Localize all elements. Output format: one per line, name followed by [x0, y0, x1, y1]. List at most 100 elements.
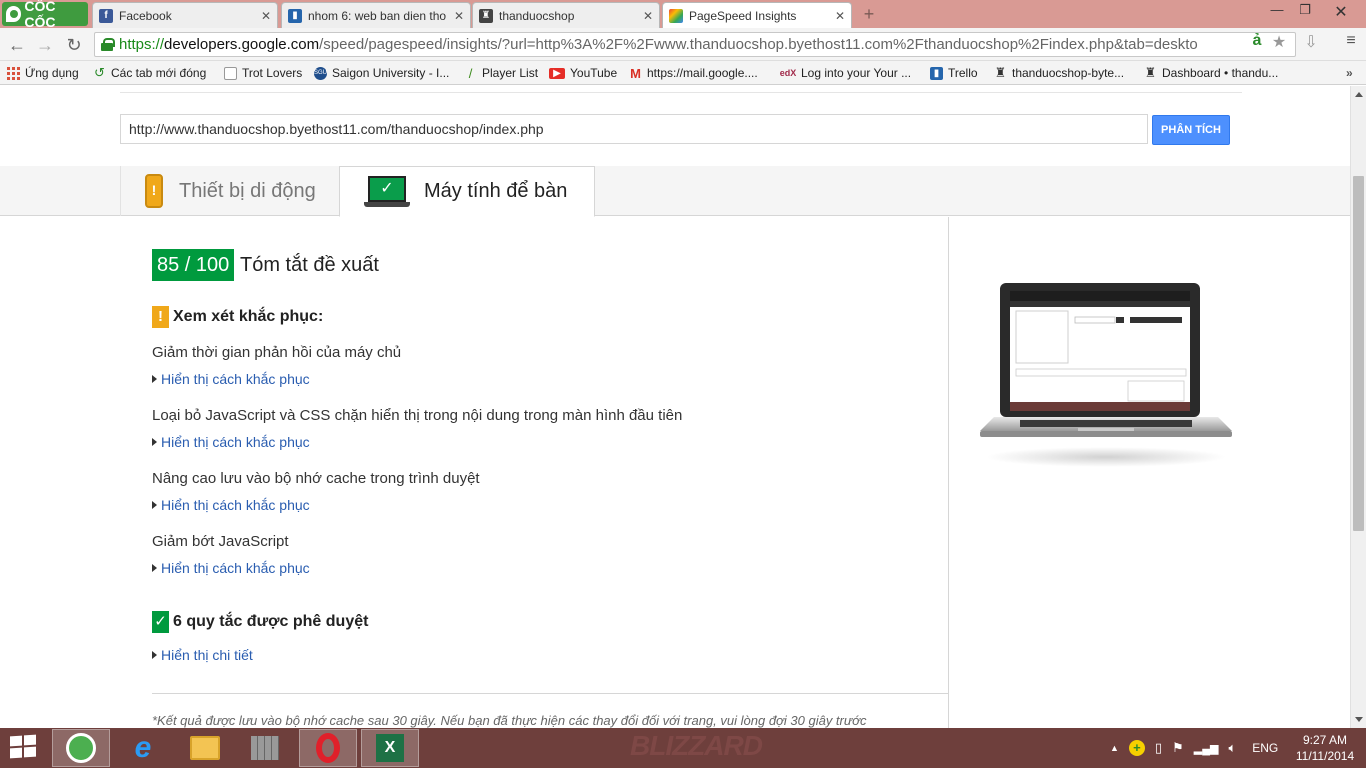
- feather-icon: /: [468, 65, 473, 81]
- rule-title: Nâng cao lưu vào bộ nhớ cache trong trìn…: [152, 470, 480, 487]
- scroll-up-arrow-icon[interactable]: [1355, 92, 1363, 97]
- bookmark-recent-tabs[interactable]: ↺ Các tab mới đóng: [93, 64, 206, 82]
- bookmark-dashboard[interactable]: ♜ Dashboard • thandu...: [1144, 64, 1279, 82]
- taskbar-app-grid[interactable]: [236, 729, 294, 767]
- tab-pagespeed[interactable]: PageSpeed Insights ✕: [662, 2, 852, 29]
- taskbar-internet-explorer[interactable]: e: [114, 729, 172, 767]
- show-how-to-fix-link[interactable]: Hiển thị cách khắc phục: [152, 497, 310, 513]
- gmail-icon: M: [630, 65, 641, 81]
- bookmark-gmail[interactable]: M https://mail.google....: [629, 64, 758, 82]
- taskbar-coccoc[interactable]: [52, 729, 110, 767]
- taskbar-file-explorer[interactable]: [176, 729, 234, 767]
- taskbar-excel[interactable]: X: [361, 729, 419, 767]
- show-how-to-fix-link[interactable]: Hiển thị cách khắc phục: [152, 434, 310, 450]
- tab-desktop[interactable]: ✓ Máy tính để bàn: [339, 166, 595, 217]
- coccoc-icon: [66, 733, 96, 763]
- windows-taskbar: BLIZZARD e X ▲ + ▯ ⚑ ▂▄▆ 🔈︎ ENG 9:27 AM …: [0, 728, 1366, 768]
- analyze-button[interactable]: PHÂN TÍCH: [1152, 115, 1230, 145]
- link-text: Hiển thị cách khắc phục: [161, 371, 310, 387]
- reload-button[interactable]: ↻: [63, 34, 85, 56]
- trello-icon: ▮: [288, 8, 302, 23]
- bookmark-saigon-university[interactable]: SGU Saigon University - I...: [314, 64, 449, 82]
- device-tray-icon[interactable]: ▯: [1155, 740, 1162, 756]
- cache-footnote: *Kết quả được lưu vào bộ nhớ cache sau 3…: [152, 713, 867, 728]
- report-panel: 85 / 100 Tóm tắt đề xuất ! Xem xét khắc …: [0, 217, 949, 728]
- new-tab-button[interactable]: +: [860, 5, 878, 23]
- vertical-scrollbar[interactable]: [1350, 86, 1366, 728]
- youtube-icon: ▶: [549, 67, 565, 79]
- close-tab-icon[interactable]: ✕: [835, 9, 845, 23]
- back-button[interactable]: ←: [6, 34, 28, 56]
- browser-toolbar: ← → ↻ https://developers.google.com/spee…: [0, 28, 1366, 61]
- coccoc-leaf-icon: [6, 6, 22, 22]
- minimize-button[interactable]: —: [1262, 2, 1292, 17]
- bookmark-youtube[interactable]: ▶ YouTube: [549, 64, 617, 82]
- show-hidden-icons-icon[interactable]: ▲: [1110, 743, 1119, 753]
- forward-button[interactable]: →: [34, 34, 56, 56]
- tab-thanduocshop[interactable]: ♜ thanduocshop ✕: [472, 2, 660, 28]
- apps-icon: [7, 66, 20, 80]
- tab-facebook[interactable]: f Facebook ✕: [92, 2, 278, 28]
- coccoc-logo[interactable]: CỐC CỐC: [2, 0, 88, 30]
- university-icon: SGU: [314, 66, 327, 80]
- bookmark-label: https://mail.google....: [647, 66, 758, 80]
- close-tab-icon[interactable]: ✕: [261, 9, 271, 23]
- address-bar[interactable]: https://developers.google.com/speed/page…: [94, 32, 1296, 57]
- analyze-url-input[interactable]: [120, 114, 1148, 144]
- check-icon: ✓: [152, 611, 169, 633]
- action-center-flag-icon[interactable]: ⚑: [1172, 740, 1184, 756]
- network-signal-icon[interactable]: ▂▄▆: [1194, 742, 1219, 755]
- link-text: Hiển thị chi tiết: [161, 647, 253, 663]
- maximize-button[interactable]: ❐: [1290, 2, 1320, 18]
- bookmark-star-icon[interactable]: ★: [1268, 32, 1290, 52]
- folder-icon: [190, 736, 220, 760]
- byethost-icon: ♜: [479, 8, 493, 23]
- bookmark-trot-lovers[interactable]: Trot Lovers: [224, 64, 302, 82]
- expand-triangle-icon: [152, 501, 157, 509]
- download-icon[interactable]: ⇩: [1300, 32, 1322, 52]
- bookmark-edx[interactable]: edX Log into your Your ...: [780, 64, 911, 82]
- rule-title: Giảm thời gian phản hồi của máy chủ: [152, 344, 402, 361]
- taskbar-opera[interactable]: [299, 729, 357, 767]
- show-how-to-fix-link[interactable]: Hiển thị cách khắc phục: [152, 560, 310, 576]
- close-tab-icon[interactable]: ✕: [643, 9, 653, 23]
- clock-date: 11/11/2014: [1295, 749, 1355, 763]
- internet-explorer-icon: e: [134, 731, 152, 764]
- pagespeed-icon: [669, 9, 683, 23]
- bookmark-player-list[interactable]: / Player List: [464, 64, 538, 82]
- bookmark-label: thanduocshop-byte...: [1012, 66, 1125, 80]
- bookmarks-overflow-icon[interactable]: »: [1346, 64, 1353, 82]
- close-window-button[interactable]: ✕: [1326, 2, 1356, 22]
- opera-icon: [316, 733, 340, 763]
- clock-time: 9:27 AM: [1302, 733, 1348, 747]
- bookmark-label: Saigon University - I...: [332, 66, 450, 80]
- scroll-down-arrow-icon[interactable]: [1355, 717, 1363, 722]
- tab-label: thanduocshop: [499, 8, 575, 23]
- taskbar-clock[interactable]: 9:27 AM 11/11/2014: [1290, 732, 1360, 764]
- coccoc-assistant-icon[interactable]: ả: [1246, 32, 1268, 50]
- byethost-icon: ♜: [994, 65, 1007, 80]
- tab-desktop-label: Máy tính để bàn: [424, 180, 568, 202]
- bookmark-thanduocshop[interactable]: ♜ thanduocshop-byte...: [994, 64, 1124, 82]
- scrollbar-thumb[interactable]: [1353, 176, 1364, 531]
- coccoc-tray-icon[interactable]: +: [1128, 740, 1145, 756]
- brick-app-icon: [251, 736, 279, 760]
- bookmark-label: Các tab mới đóng: [111, 66, 207, 80]
- bookmark-apps[interactable]: Ứng dụng: [7, 64, 79, 82]
- show-how-to-fix-link[interactable]: Hiển thị cách khắc phục: [152, 371, 310, 387]
- bookmark-label: Player List: [482, 66, 539, 80]
- volume-icon[interactable]: 🔈︎: [1228, 740, 1236, 756]
- byethost-icon: ♜: [1144, 65, 1157, 80]
- tab-nhom6[interactable]: ▮ nhom 6: web ban dien tho ✕: [281, 2, 471, 28]
- page-viewport: PHÂN TÍCH Thiết bị di động ✓ Máy tính để…: [0, 86, 1350, 728]
- passed-heading-text: 6 quy tắc được phê duyệt: [173, 613, 369, 630]
- menu-icon[interactable]: ≡: [1340, 32, 1362, 50]
- passed-rules-heading: ✓ 6 quy tắc được phê duyệt: [152, 611, 368, 633]
- bookmark-trello[interactable]: ▮ Trello: [930, 64, 978, 82]
- close-tab-icon[interactable]: ✕: [454, 9, 464, 23]
- tab-label: PageSpeed Insights: [689, 9, 797, 23]
- language-indicator[interactable]: ENG: [1252, 741, 1278, 755]
- tab-mobile[interactable]: Thiết bị di động: [120, 166, 340, 216]
- show-details-link[interactable]: Hiển thị chi tiết: [152, 647, 253, 663]
- start-button[interactable]: [10, 734, 38, 760]
